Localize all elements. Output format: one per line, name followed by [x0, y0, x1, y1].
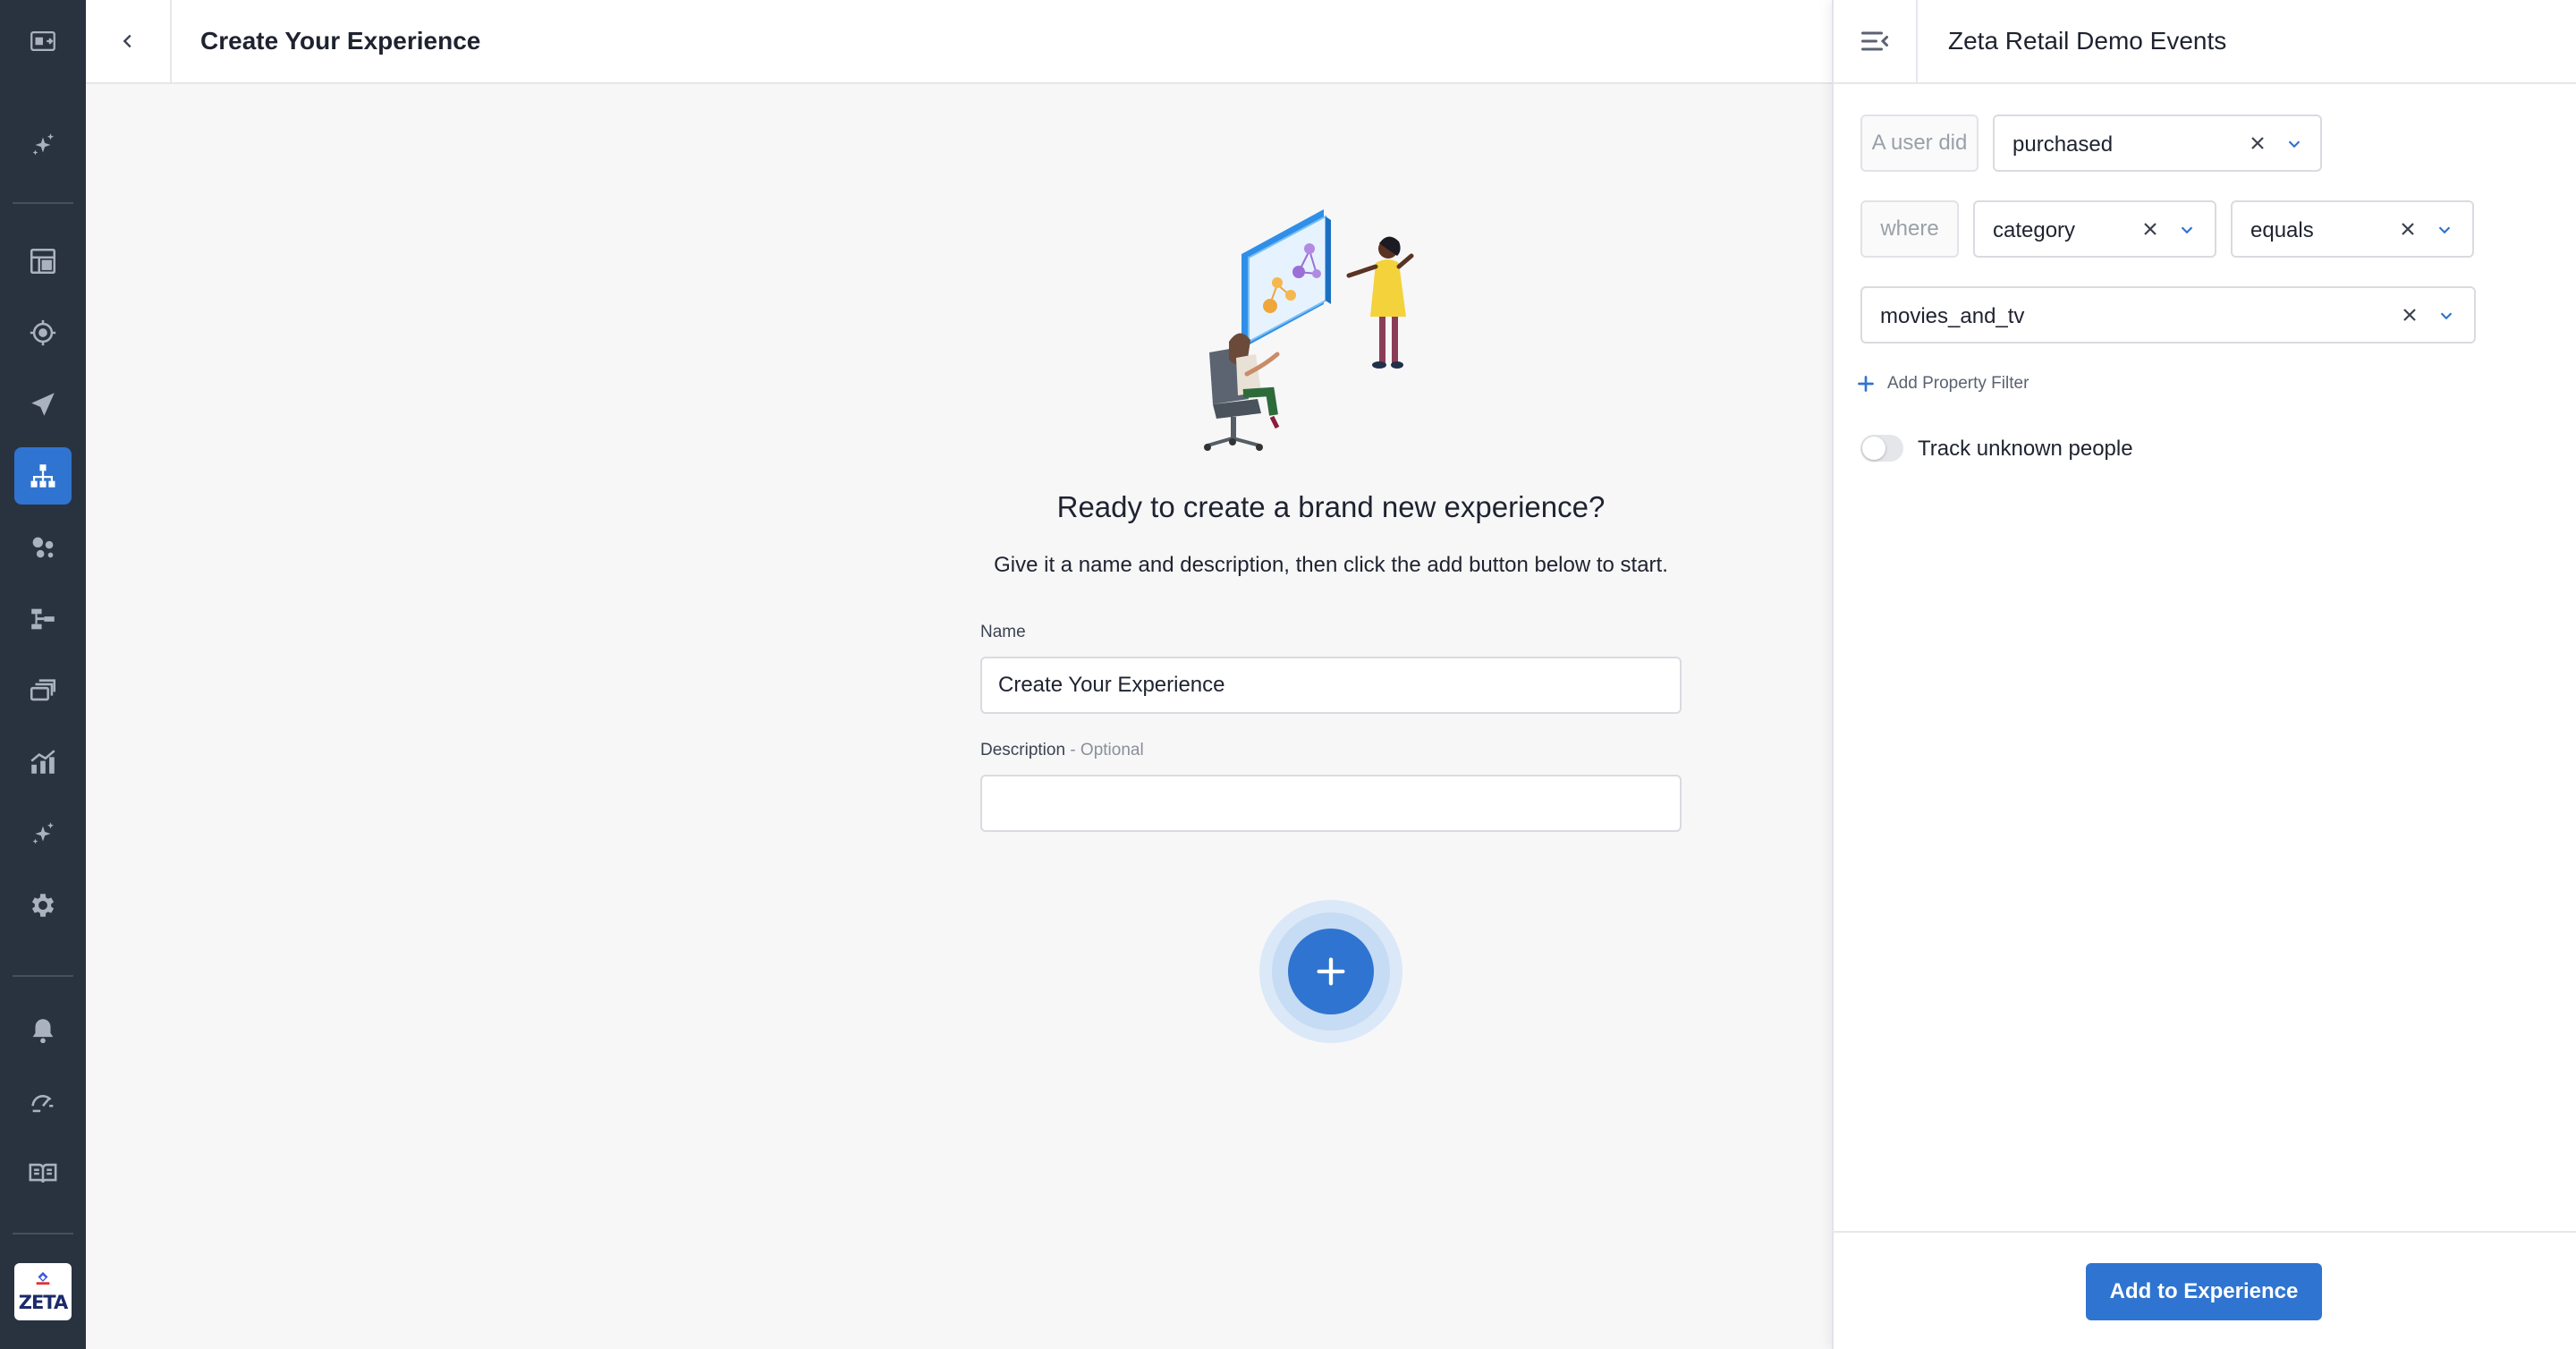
zeta-logo[interactable]: ZETA: [14, 1263, 72, 1320]
bell-icon[interactable]: [14, 1002, 72, 1059]
logo-text: ZETA: [18, 1292, 69, 1313]
name-label: Name: [980, 623, 1026, 641]
book-icon[interactable]: [14, 1145, 72, 1202]
add-property-filter-label: Add Property Filter: [1887, 374, 2029, 393]
add-button-ring: [1272, 912, 1390, 1031]
user-did-label: A user did: [1860, 115, 1979, 172]
toggle-knob: [1862, 437, 1885, 460]
layers-icon[interactable]: [14, 662, 72, 719]
nav-divider: [13, 202, 73, 204]
panel-title: Zeta Retail Demo Events: [1948, 27, 2227, 55]
plus-icon: [1317, 957, 1345, 986]
add-property-filter-button[interactable]: Add Property Filter: [1857, 374, 2029, 394]
people-presenting-illustration: [1204, 209, 1414, 451]
panel-header: Zeta Retail Demo Events: [1834, 0, 2576, 84]
where-label: where: [1860, 200, 1959, 258]
chevron-down-icon[interactable]: [2177, 220, 2197, 240]
clear-icon[interactable]: [2399, 304, 2420, 326]
back-button[interactable]: [86, 0, 172, 82]
target-icon[interactable]: [14, 304, 72, 361]
panel-footer-divider: [1832, 1231, 2576, 1233]
sparkle-icon[interactable]: [14, 805, 72, 862]
name-input[interactable]: [980, 657, 1682, 714]
add-to-experience-button[interactable]: Add to Experience: [2086, 1263, 2322, 1320]
dashboard-icon[interactable]: [14, 233, 72, 290]
value-select[interactable]: movies_and_tv: [1860, 286, 2476, 344]
event-select[interactable]: purchased: [1993, 115, 2322, 172]
description-input[interactable]: [980, 775, 1682, 832]
chevron-down-icon[interactable]: [2284, 134, 2304, 154]
operator-select-value: equals: [2250, 218, 2314, 242]
optional-hint: - Optional: [1065, 741, 1144, 759]
value-select-value: movies_and_tv: [1880, 304, 2025, 328]
chevron-down-icon[interactable]: [2436, 306, 2456, 326]
flow-icon[interactable]: [14, 590, 72, 648]
chevron-left-icon: [123, 34, 131, 48]
plus-icon: [1858, 376, 1874, 392]
clear-icon[interactable]: [2140, 218, 2161, 240]
page-title: Create Your Experience: [200, 27, 481, 55]
menu-collapse-icon: [1861, 31, 1888, 51]
nav-divider: [13, 1233, 73, 1234]
top-bar: Create Your Experience: [86, 0, 1832, 84]
gear-icon[interactable]: [14, 877, 72, 934]
event-select-value: purchased: [2012, 132, 2114, 157]
description-label: Description - Optional: [980, 741, 1144, 760]
send-icon[interactable]: [14, 376, 72, 433]
operator-select[interactable]: equals: [2231, 200, 2474, 258]
description-label-text: Description: [980, 741, 1066, 759]
nav-divider: [13, 975, 73, 977]
sidebar: ZETA: [0, 0, 86, 1349]
hierarchy-icon[interactable]: [14, 447, 72, 505]
property-select[interactable]: category: [1973, 200, 2216, 258]
switch-view-icon[interactable]: [14, 13, 72, 70]
track-unknown-toggle[interactable]: [1860, 435, 1903, 462]
zeta-mark-icon: [36, 1271, 50, 1285]
clear-icon[interactable]: [2247, 132, 2268, 154]
add-button-halo: [1259, 900, 1402, 1043]
clear-icon[interactable]: [2397, 218, 2419, 240]
analytics-icon[interactable]: [14, 734, 72, 791]
property-select-value: category: [1993, 218, 2076, 242]
empty-state-subline: Give it a name and description, then cli…: [994, 553, 1668, 577]
empty-state-headline: Ready to create a brand new experience?: [1056, 490, 1606, 523]
add-experience-button[interactable]: [1288, 929, 1374, 1014]
sparkle-icon[interactable]: [14, 116, 72, 174]
collapse-panel-button[interactable]: [1834, 0, 1918, 82]
audience-icon[interactable]: [14, 519, 72, 576]
track-unknown-label: Track unknown people: [1918, 437, 2133, 461]
speed-icon[interactable]: [14, 1073, 72, 1131]
chevron-down-icon[interactable]: [2435, 220, 2454, 240]
